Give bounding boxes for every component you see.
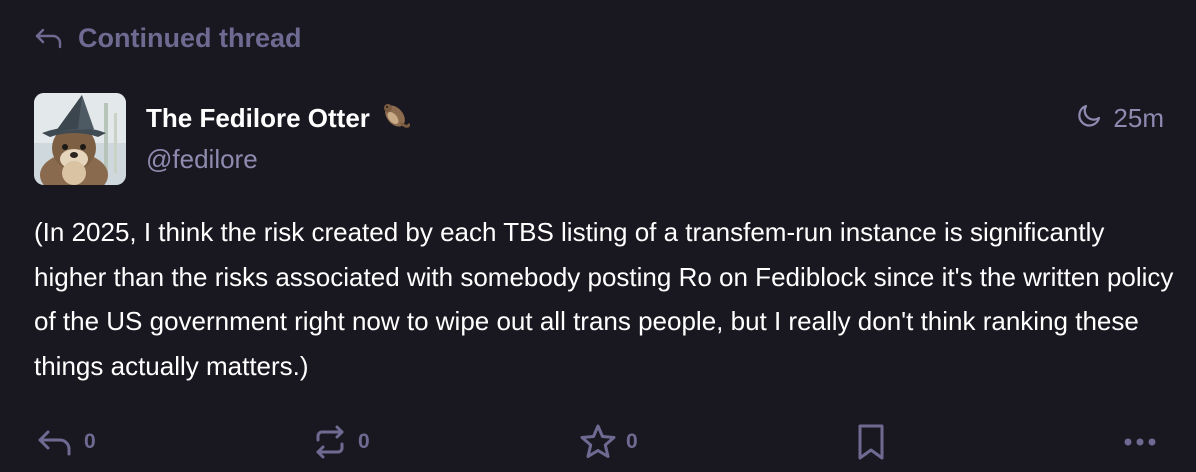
- boost-icon: [310, 422, 350, 462]
- avatar[interactable]: [34, 93, 126, 185]
- ellipsis-icon: [1122, 436, 1158, 448]
- boost-button[interactable]: 0: [310, 416, 370, 468]
- bookmark-icon: [854, 422, 888, 462]
- continued-thread-label: Continued thread: [78, 22, 302, 53]
- account-handle[interactable]: @fedilore: [146, 144, 258, 175]
- display-name[interactable]: The Fedilore Otter: [146, 100, 411, 137]
- status-meta[interactable]: 25m: [1077, 102, 1164, 135]
- boost-count: 0: [358, 430, 370, 453]
- status-card: Continued thread The Fedilore Otter @fed…: [0, 0, 1196, 472]
- display-name-text: The Fedilore Otter: [146, 103, 370, 133]
- otter-emoji-icon: [380, 100, 411, 137]
- reply-icon: [36, 424, 76, 460]
- favourite-count: 0: [626, 430, 638, 453]
- status-action-bar: 0 0 0: [34, 416, 1164, 468]
- bookmark-button[interactable]: [854, 416, 888, 468]
- status-content: (In 2025, I think the risk created by ea…: [34, 217, 1174, 381]
- star-icon: [578, 422, 618, 462]
- moon-icon: [1077, 102, 1103, 135]
- favourite-button[interactable]: 0: [578, 416, 638, 468]
- reply-count: 0: [84, 430, 96, 453]
- relative-time: 25m: [1113, 103, 1164, 133]
- continued-thread-banner[interactable]: Continued thread: [34, 20, 302, 56]
- reply-button[interactable]: 0: [36, 416, 96, 468]
- more-options-button[interactable]: [1122, 416, 1158, 468]
- reply-icon: [34, 25, 64, 51]
